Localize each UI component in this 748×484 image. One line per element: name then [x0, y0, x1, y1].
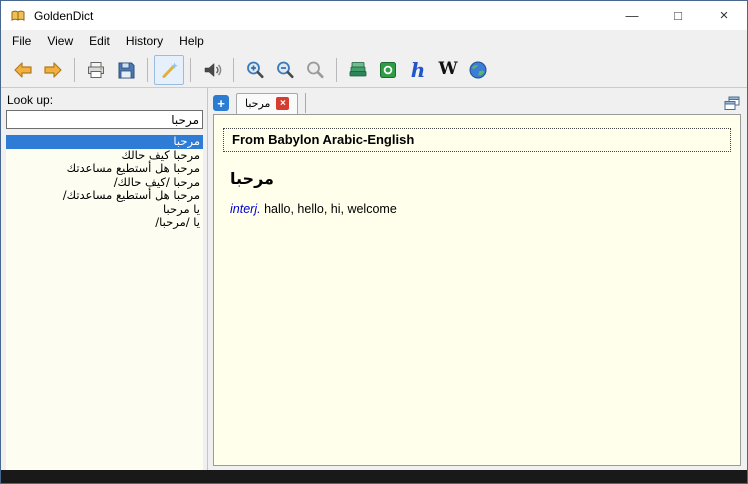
menubar: File View Edit History Help — [1, 30, 747, 52]
toolbar-separator — [233, 58, 234, 82]
menu-item-history[interactable]: History — [118, 30, 171, 52]
window-title: GoldenDict — [34, 9, 93, 23]
dict-group-arabic-button[interactable] — [373, 55, 403, 85]
suggestion-list: مرحبا مرحبا كيف حالك مرحبا هل أستطيع مسا… — [6, 135, 203, 470]
suggestion-item[interactable]: مرحبا هل أستطيع مساعدتك — [6, 162, 203, 176]
suggestion-item[interactable]: مرحبا /كيف حالك/ — [6, 176, 203, 190]
toolbar-separator — [190, 58, 191, 82]
suggestion-item[interactable]: مرحبا هل أستطيع مساعدتك/ — [6, 189, 203, 203]
wikipedia-icon: W — [438, 61, 457, 78]
cascade-windows-icon — [723, 95, 741, 112]
pronounce-button[interactable] — [197, 55, 227, 85]
minimize-button[interactable]: — — [609, 1, 655, 30]
goldendict-window: GoldenDict — □ × File View Edit History … — [0, 0, 748, 484]
menu-item-file[interactable]: File — [4, 30, 39, 52]
tab-current[interactable]: مرحبا × — [236, 93, 298, 114]
globe-icon — [467, 59, 489, 81]
back-arrow-icon — [11, 58, 35, 82]
zoom-out-icon — [274, 59, 296, 81]
zoom-out-button[interactable] — [270, 55, 300, 85]
suggestion-item[interactable]: يا مرحبا — [6, 203, 203, 217]
zoom-in-button[interactable] — [240, 55, 270, 85]
definition-line: interj. hallo, hello, hi, welcome — [230, 202, 731, 216]
headword: مرحبا — [230, 169, 731, 188]
part-of-speech: interj. — [230, 202, 261, 216]
main-area: Look up: مرحبا مرحبا كيف حالك مرحبا هل أ… — [1, 88, 747, 470]
suggestion-item[interactable]: يا /مرحبا/ — [6, 216, 203, 230]
search-input[interactable] — [6, 110, 203, 129]
forward-button[interactable] — [38, 55, 68, 85]
floppy-disk-icon — [115, 59, 137, 81]
close-button[interactable]: × — [701, 1, 747, 30]
app-icon — [10, 8, 26, 24]
menu-item-view[interactable]: View — [39, 30, 81, 52]
back-button[interactable] — [8, 55, 38, 85]
forward-arrow-icon — [41, 58, 65, 82]
h-dictionary-icon: h — [411, 60, 426, 80]
toolbar: h W — [1, 52, 747, 88]
dict-group-all-button[interactable] — [343, 55, 373, 85]
lookup-label: Look up: — [7, 93, 203, 107]
article-pane: + مرحبا × — [208, 88, 747, 470]
books-stack-icon — [347, 59, 369, 81]
tabbar-separator — [305, 93, 306, 113]
dict-group-h-button[interactable]: h — [403, 55, 433, 85]
scan-popup-button[interactable] — [154, 55, 184, 85]
toolbar-separator — [147, 58, 148, 82]
article-view: From Babylon Arabic-English مرحبا interj… — [213, 114, 741, 466]
toolbar-separator — [74, 58, 75, 82]
suggestion-item[interactable]: مرحبا — [6, 135, 203, 149]
window-list-button[interactable] — [723, 95, 741, 112]
suggestion-item[interactable]: مرحبا كيف حالك — [6, 149, 203, 163]
dict-group-web-button[interactable] — [463, 55, 493, 85]
definition-text: hallo, hello, hi, welcome — [264, 202, 397, 216]
dictionary-source-header: From Babylon Arabic-English — [223, 128, 731, 152]
bottom-bar — [1, 470, 747, 483]
zoom-in-icon — [244, 59, 266, 81]
maximize-button[interactable]: □ — [655, 1, 701, 30]
tabbar: + مرحبا × — [213, 88, 741, 114]
printer-icon — [85, 59, 107, 81]
tab-label: مرحبا — [245, 97, 270, 110]
dict-group-wikipedia-button[interactable]: W — [433, 55, 463, 85]
speaker-icon — [201, 59, 223, 81]
zoom-reset-icon — [304, 59, 326, 81]
window-controls: — □ × — [609, 1, 747, 30]
titlebar: GoldenDict — □ × — [1, 1, 747, 30]
print-button[interactable] — [81, 55, 111, 85]
green-dictionary-icon — [377, 59, 399, 81]
zoom-reset-button[interactable] — [300, 55, 330, 85]
menu-item-edit[interactable]: Edit — [81, 30, 118, 52]
add-tab-button[interactable]: + — [213, 95, 229, 111]
lookup-pane: Look up: مرحبا مرحبا كيف حالك مرحبا هل أ… — [1, 88, 208, 470]
save-button[interactable] — [111, 55, 141, 85]
close-tab-button[interactable]: × — [276, 97, 289, 110]
toolbar-separator — [336, 58, 337, 82]
magic-wand-icon — [158, 59, 180, 81]
menu-item-help[interactable]: Help — [171, 30, 212, 52]
